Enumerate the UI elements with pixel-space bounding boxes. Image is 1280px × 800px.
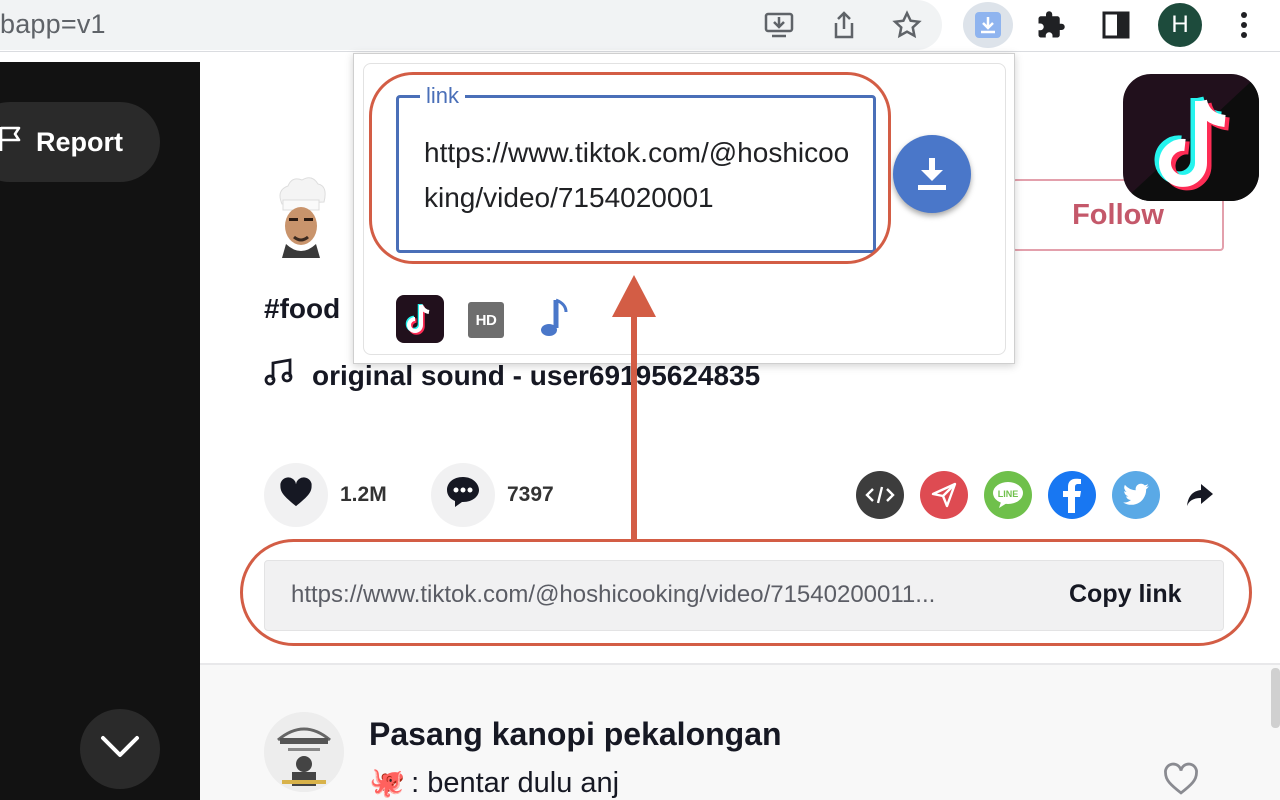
send-icon[interactable] bbox=[920, 471, 968, 519]
next-video-button[interactable] bbox=[80, 709, 160, 789]
twitter-icon[interactable] bbox=[1112, 471, 1160, 519]
comment-text: : bentar dulu anj bbox=[411, 766, 620, 799]
scrollbar[interactable] bbox=[1271, 668, 1280, 728]
annotation-link-highlight bbox=[240, 539, 1252, 646]
line-icon[interactable]: LINE bbox=[984, 471, 1032, 519]
post-caption[interactable]: #food bbox=[264, 293, 340, 325]
sound-name: original sound - user69195624835 bbox=[312, 359, 761, 391]
commenter-avatar[interactable] bbox=[264, 712, 344, 792]
flag-icon bbox=[0, 125, 24, 160]
music-note-icon bbox=[264, 358, 294, 393]
download-icon bbox=[912, 152, 952, 197]
report-button[interactable]: Report bbox=[0, 102, 160, 182]
heart-icon bbox=[279, 476, 313, 514]
hd-label: HD bbox=[475, 311, 497, 329]
comment-icon bbox=[445, 475, 481, 515]
tiktok-logo bbox=[1123, 74, 1259, 201]
svg-text:LINE: LINE bbox=[998, 489, 1019, 499]
comment-button[interactable]: 7397 bbox=[431, 463, 554, 527]
star-icon[interactable] bbox=[887, 5, 927, 45]
extensions-puzzle-icon[interactable] bbox=[1031, 5, 1071, 45]
music-note-icon[interactable] bbox=[538, 298, 570, 345]
download-extension-icon[interactable] bbox=[963, 2, 1013, 48]
comment-author[interactable]: Pasang kanopi pekalongan bbox=[369, 716, 782, 753]
install-icon[interactable] bbox=[759, 5, 799, 45]
facebook-icon[interactable] bbox=[1048, 471, 1096, 519]
annotation-arrow-head bbox=[612, 275, 656, 317]
sidebar-icon[interactable] bbox=[1096, 5, 1136, 45]
download-button[interactable] bbox=[893, 135, 971, 213]
annotation-popup-highlight bbox=[369, 72, 891, 264]
url-text: bapp=v1 bbox=[0, 9, 106, 39]
embed-icon[interactable] bbox=[856, 471, 904, 519]
share-icon[interactable] bbox=[824, 5, 864, 45]
more-icon[interactable] bbox=[1224, 5, 1264, 45]
chevron-down-icon bbox=[100, 735, 140, 764]
like-button[interactable]: 1.2M bbox=[264, 463, 387, 527]
comment-text-row: 🐙 : bentar dulu anj bbox=[369, 766, 619, 800]
report-label: Report bbox=[36, 126, 123, 157]
tiktok-icon[interactable] bbox=[396, 295, 444, 343]
comment-like-icon[interactable] bbox=[1162, 762, 1200, 800]
like-count: 1.2M bbox=[340, 483, 387, 506]
avatar[interactable]: H bbox=[1158, 3, 1202, 47]
browser-toolbar: bapp=v1 H bbox=[0, 0, 1280, 52]
share-arrow-icon[interactable] bbox=[1176, 471, 1224, 519]
address-bar[interactable]: bapp=v1 bbox=[0, 0, 942, 50]
octopus-emoji: 🐙 bbox=[369, 767, 406, 799]
comment-count: 7397 bbox=[507, 483, 554, 506]
author-avatar[interactable] bbox=[268, 174, 332, 258]
annotation-arrow-shaft bbox=[631, 308, 637, 540]
hd-icon[interactable]: HD bbox=[468, 302, 504, 338]
